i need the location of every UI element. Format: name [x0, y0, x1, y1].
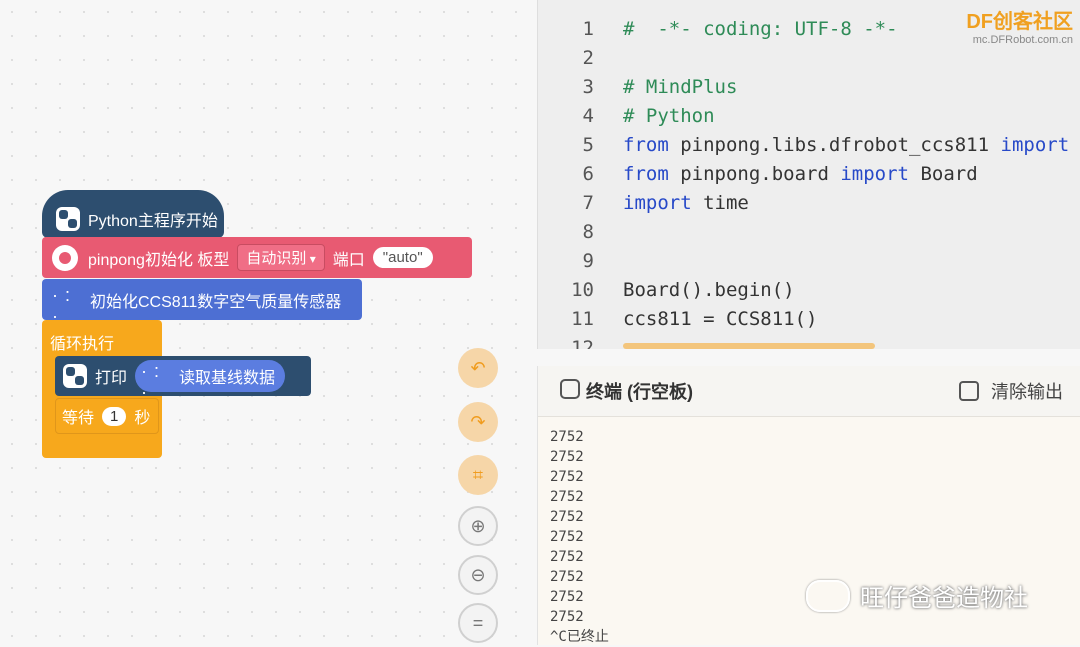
block-workspace[interactable]: Python主程序开始 pinpong初始化 板型 自动识别 端口 "auto"… [0, 0, 528, 645]
line-number: 11 [571, 308, 594, 330]
terminal-line: 2752 [550, 549, 584, 565]
line-number: 9 [582, 250, 594, 272]
terminal-line: 2752 [550, 509, 584, 525]
sensor-icon [141, 361, 171, 403]
terminal-output: 2752 2752 2752 2752 2752 2752 2752 2752 2752 2752… [550, 427, 609, 647]
terminal-line: 2752 [550, 529, 584, 545]
code-line: 4 # Python [538, 102, 715, 131]
terminal-line: 2752 [550, 449, 584, 465]
code-keyword: from [623, 134, 669, 156]
code-keyword: import [623, 192, 692, 214]
brand-logo: DF创客社区 mc.DFRobot.com.cn [966, 5, 1073, 46]
code-line: 5 from pinpong.libs.dfrobot_ccs811 import… [538, 131, 1080, 160]
python-icon [63, 364, 87, 388]
print-label: 打印 [95, 370, 128, 387]
link-icon [560, 379, 580, 399]
code-line: 6 from pinpong.board import Board [538, 160, 978, 189]
hat-label: Python主程序开始 [88, 213, 218, 230]
code-keyword: import [840, 163, 909, 185]
pinpong-init-block[interactable]: pinpong初始化 板型 自动识别 端口 "auto" [42, 237, 472, 278]
sensor-icon [52, 285, 82, 327]
code-text: # MindPlus [623, 76, 738, 98]
line-number: 2 [582, 47, 594, 69]
line-number: 7 [582, 192, 594, 214]
pinpong-label: pinpong初始化 板型 [88, 251, 230, 269]
code-text: Board [909, 163, 978, 185]
terminal-line: 2752 [550, 609, 584, 625]
terminal-title: 终端 (行空板) [586, 382, 693, 402]
code-keyword: from [623, 163, 669, 185]
reset-zoom-icon[interactable]: = [458, 603, 498, 643]
code-line: 8 [538, 218, 623, 247]
zoom-in-icon[interactable]: ⊕ [458, 506, 498, 546]
code-keyword: import [1000, 134, 1070, 156]
wechat-icon [806, 579, 850, 612]
crop-icon[interactable]: ⌗ [458, 455, 498, 495]
wait-seconds-input[interactable]: 1 [102, 406, 127, 426]
line-number: 3 [582, 76, 594, 98]
print-block[interactable]: 打印 读取基线数据 [55, 356, 311, 403]
code-line: 7 import time [538, 189, 749, 218]
read-baseline-reporter[interactable]: 读取基线数据 [135, 360, 286, 403]
code-line: 12 [538, 334, 623, 349]
line-number: 1 [582, 18, 594, 40]
wait-label: 等待 [62, 410, 95, 427]
code-line: 3 # MindPlus [538, 73, 738, 102]
wait-block[interactable]: 等待 1 秒 [55, 398, 159, 434]
code-text: Board().begin() [623, 279, 795, 301]
read-baseline-label: 读取基线数据 [179, 370, 276, 387]
line-number: 12 [571, 337, 594, 349]
board-type-dropdown[interactable]: 自动识别 [237, 244, 325, 271]
code-text: time [691, 192, 749, 214]
terminal-header: 终端 (行空板) 清除输出 [538, 366, 1080, 417]
code-editor[interactable]: 1 # -*- coding: UTF-8 -*- 2 3 # MindPlus 4 # P… [537, 0, 1080, 349]
port-input[interactable]: "auto" [372, 247, 433, 268]
undo-icon[interactable]: ↶ [458, 348, 498, 388]
redo-icon[interactable]: ↷ [458, 402, 498, 442]
code-text: pinpong.libs.dfrobot_ccs811 [668, 134, 1001, 156]
terminal-line: 2752 [550, 569, 584, 585]
pinpong-icon [52, 244, 78, 271]
line-number: 8 [582, 221, 594, 243]
line-number: 10 [571, 279, 594, 301]
watermark: 旺仔爸爸造物社 [806, 578, 1028, 613]
brand-title: DF创客社区 [966, 11, 1073, 33]
brand-url: mc.DFRobot.com.cn [972, 34, 1073, 46]
watermark-text: 旺仔爸爸造物社 [860, 585, 1028, 612]
code-line: 10 Board().begin() [538, 276, 795, 305]
ccs-init-label: 初始化CCS811数字空气质量传感器 [90, 293, 342, 311]
code-line: 2 [538, 44, 623, 73]
wait-unit: 秒 [134, 410, 151, 427]
python-icon [56, 207, 80, 231]
code-line: 1 # -*- coding: UTF-8 -*- [538, 15, 898, 44]
code-line: 11 ccs811 = CCS811() [538, 305, 817, 334]
clear-output-label: 清除输出 [991, 382, 1063, 402]
port-label: 端口 [332, 251, 365, 269]
terminal-line: 2752 [550, 589, 584, 605]
terminal-line: 2752 [550, 429, 584, 445]
python-main-start-block[interactable]: Python主程序开始 [42, 190, 224, 238]
zoom-out-icon[interactable]: ⊖ [458, 555, 498, 595]
code-text: # Python [623, 105, 715, 127]
loop-label: 循环执行 [50, 336, 115, 353]
clear-output-button[interactable]: 清除输出 [959, 378, 1063, 404]
line-number: 5 [582, 134, 594, 156]
code-text: pinpong.board [668, 163, 841, 185]
terminal-line: 2752 [550, 489, 584, 505]
code-text: ccs811 = CCS811() [623, 308, 818, 330]
horizontal-scrollbar[interactable] [623, 343, 875, 349]
code-text: CCS811 [1069, 134, 1080, 156]
terminal-line: 2752 [550, 469, 584, 485]
eraser-icon [959, 381, 979, 401]
code-text: # -*- coding: UTF-8 -*- [623, 18, 898, 40]
line-number: 4 [582, 105, 594, 127]
ccs811-init-block[interactable]: 初始化CCS811数字空气质量传感器 [42, 279, 362, 327]
terminal-end-line: ^C已终止 [550, 629, 609, 645]
code-line: 9 [538, 247, 623, 276]
line-number: 6 [582, 163, 594, 185]
